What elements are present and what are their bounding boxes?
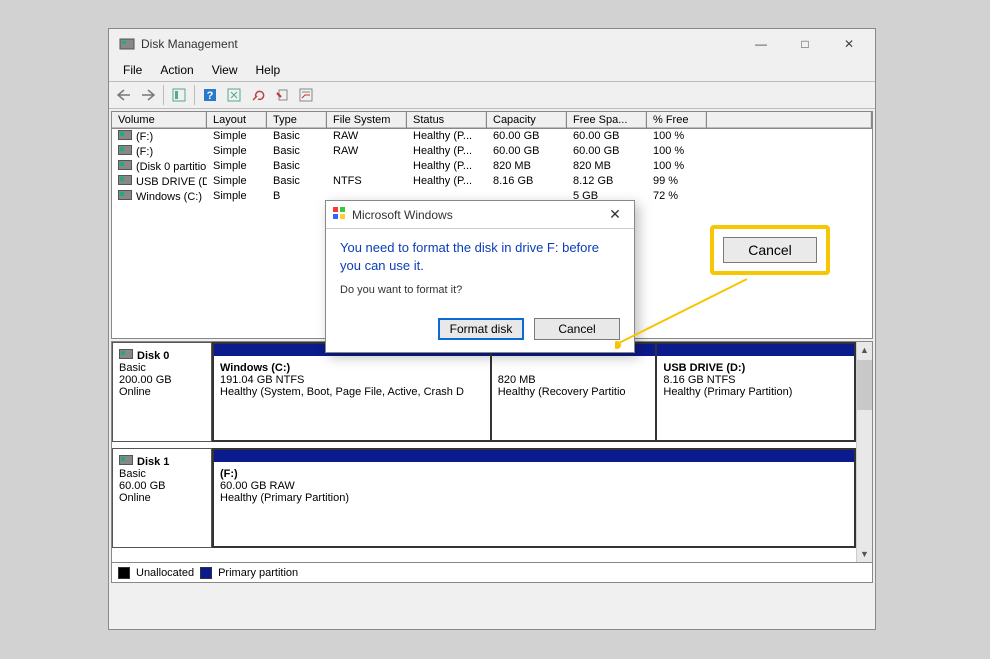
col-capacity[interactable]: Capacity <box>487 112 567 128</box>
menu-action[interactable]: Action <box>152 61 201 79</box>
scroll-up-icon[interactable]: ▲ <box>857 342 872 358</box>
help-button[interactable]: ? <box>199 84 221 106</box>
maximize-button[interactable]: □ <box>783 30 827 58</box>
action-button[interactable] <box>271 84 293 106</box>
disk0-partitions: Windows (C:) 191.04 GB NTFS Healthy (Sys… <box>212 342 856 442</box>
close-button[interactable]: ✕ <box>827 30 871 58</box>
volume-row[interactable]: USB DRIVE (D:)SimpleBasicNTFSHealthy (P.… <box>112 174 872 189</box>
partition-recovery[interactable]: 820 MB Healthy (Recovery Partitio <box>490 344 656 440</box>
app-icon <box>119 36 135 52</box>
col-blank <box>707 112 872 128</box>
partition-windows-c[interactable]: Windows (C:) 191.04 GB NTFS Healthy (Sys… <box>212 344 490 440</box>
vertical-scrollbar[interactable]: ▲ ▼ <box>856 342 872 562</box>
toolbar: ? <box>109 81 875 109</box>
menu-view[interactable]: View <box>204 61 246 79</box>
volume-row[interactable]: (F:)SimpleBasicRAWHealthy (P...60.00 GB6… <box>112 144 872 159</box>
column-headers[interactable]: Volume Layout Type File System Status Ca… <box>112 112 872 129</box>
cancel-button[interactable]: Cancel <box>534 318 620 340</box>
titlebar[interactable]: Disk Management — □ ✕ <box>109 29 875 59</box>
properties-button[interactable] <box>295 84 317 106</box>
forward-button[interactable] <box>137 84 159 106</box>
minimize-button[interactable]: — <box>739 30 783 58</box>
dialog-subtext: Do you want to format it? <box>340 284 620 296</box>
show-hide-button[interactable] <box>168 84 190 106</box>
volume-row[interactable]: (Disk 0 partition 2)SimpleBasicHealthy (… <box>112 159 872 174</box>
legend: Unallocated Primary partition <box>112 562 872 582</box>
disk-icon <box>119 349 133 359</box>
format-dialog: Microsoft Windows ✕ You need to format t… <box>325 200 635 353</box>
col-filesystem[interactable]: File System <box>327 112 407 128</box>
dialog-close-button[interactable]: ✕ <box>602 206 628 223</box>
dialog-titlebar[interactable]: Microsoft Windows ✕ <box>326 201 634 229</box>
rescan-button[interactable] <box>247 84 269 106</box>
col-type[interactable]: Type <box>267 112 327 128</box>
format-disk-button[interactable]: Format disk <box>438 318 524 340</box>
refresh-button[interactable] <box>223 84 245 106</box>
disk1-label: Disk 1 Basic 60.00 GB Online <box>112 448 212 548</box>
volume-row[interactable]: (F:)SimpleBasicRAWHealthy (P...60.00 GB6… <box>112 129 872 144</box>
window-title: Disk Management <box>141 37 739 51</box>
scroll-thumb[interactable] <box>857 360 872 410</box>
disk1-partitions: (F:) 60.00 GB RAW Healthy (Primary Parti… <box>212 448 856 548</box>
partition-usb-d[interactable]: USB DRIVE (D:) 8.16 GB NTFS Healthy (Pri… <box>655 344 854 440</box>
callout-cancel-label: Cancel <box>723 237 817 263</box>
menu-file[interactable]: File <box>115 61 150 79</box>
svg-text:?: ? <box>207 90 214 102</box>
legend-primary-swatch <box>200 567 212 579</box>
col-layout[interactable]: Layout <box>207 112 267 128</box>
menubar: File Action View Help <box>109 59 875 81</box>
disk-icon <box>119 455 133 465</box>
scroll-down-icon[interactable]: ▼ <box>857 546 872 562</box>
col-pct[interactable]: % Free <box>647 112 707 128</box>
col-free[interactable]: Free Spa... <box>567 112 647 128</box>
disk-row-1[interactable]: Disk 1 Basic 60.00 GB Online (F:) 60.00 … <box>112 448 856 554</box>
partition-f[interactable]: (F:) 60.00 GB RAW Healthy (Primary Parti… <box>212 450 854 546</box>
menu-help[interactable]: Help <box>248 61 289 79</box>
callout-cancel: Cancel <box>710 225 830 275</box>
back-button[interactable] <box>113 84 135 106</box>
legend-unallocated-label: Unallocated <box>136 567 194 579</box>
dialog-message: You need to format the disk in drive F: … <box>340 239 620 274</box>
disk0-label: Disk 0 Basic 200.00 GB Online <box>112 342 212 442</box>
legend-unallocated-swatch <box>118 567 130 579</box>
col-volume[interactable]: Volume <box>112 112 207 128</box>
col-status[interactable]: Status <box>407 112 487 128</box>
disk-row-0[interactable]: Disk 0 Basic 200.00 GB Online Windows (C… <box>112 342 856 448</box>
dialog-app-icon <box>332 206 346 223</box>
dialog-title: Microsoft Windows <box>352 208 602 222</box>
legend-primary-label: Primary partition <box>218 567 298 579</box>
disk-graphic-area: Disk 0 Basic 200.00 GB Online Windows (C… <box>111 341 873 583</box>
